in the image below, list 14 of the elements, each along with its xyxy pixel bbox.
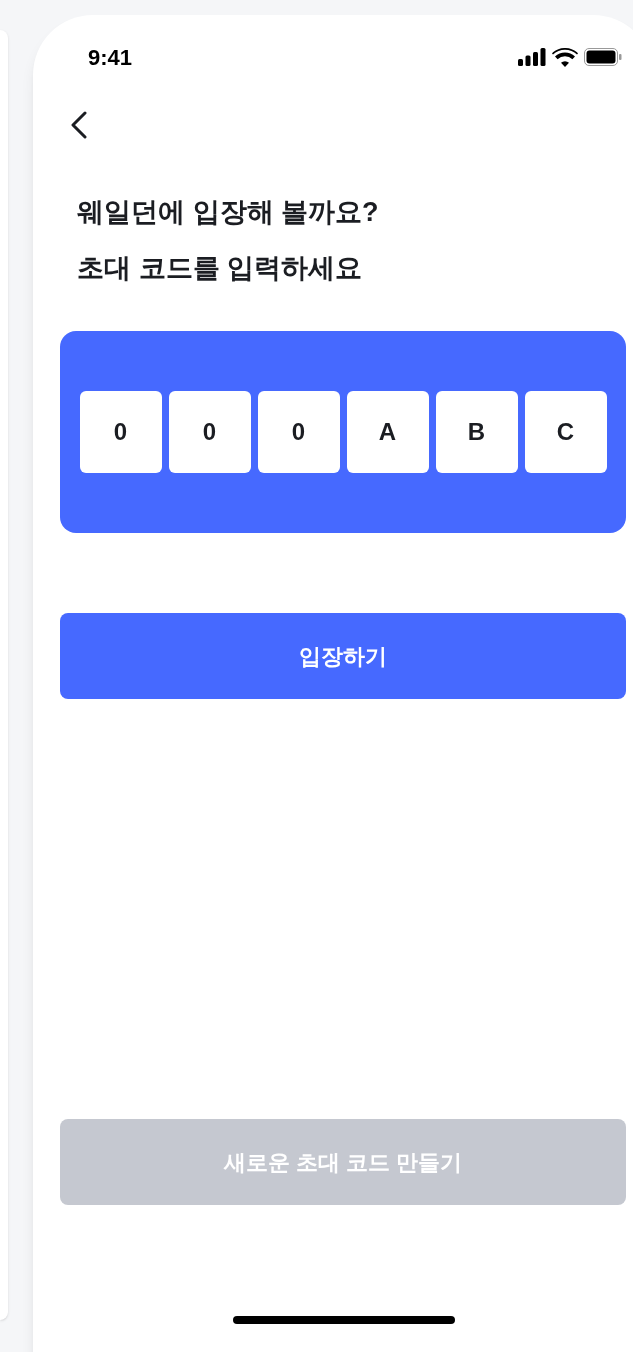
code-input-field[interactable]: C xyxy=(524,391,607,473)
code-input-field[interactable]: 0 xyxy=(257,391,340,473)
heading-line: 초대 코드를 입력하세요 xyxy=(77,252,363,285)
enter-button[interactable]: 입장하기 xyxy=(60,613,626,699)
code-input-field[interactable]: 0 xyxy=(168,391,251,473)
wifi-icon xyxy=(552,47,578,67)
signal-icon xyxy=(518,48,546,66)
heading-line: 웨일던에 입장해 볼까요? xyxy=(77,196,380,229)
back-icon[interactable] xyxy=(70,111,88,139)
battery-icon xyxy=(584,48,622,66)
code-input-field[interactable]: B xyxy=(435,391,518,473)
status-time: 9:41 xyxy=(88,43,133,72)
code-input-field[interactable]: 0 xyxy=(79,391,162,473)
code-input-field[interactable]: A xyxy=(346,391,429,473)
